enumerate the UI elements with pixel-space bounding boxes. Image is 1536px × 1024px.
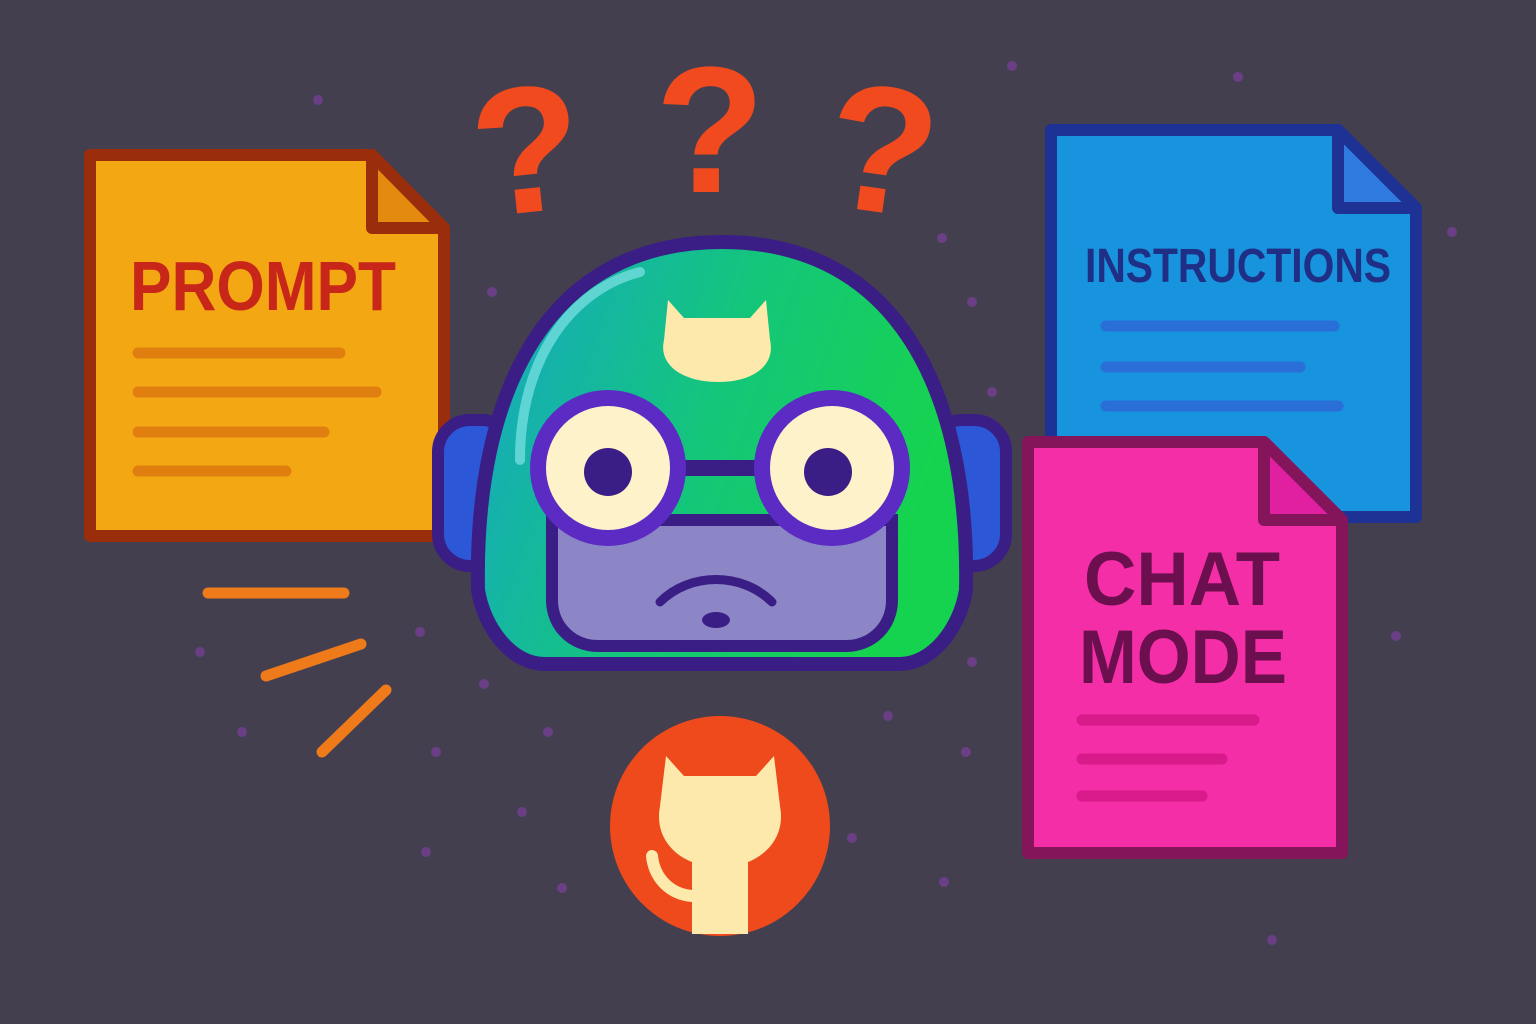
github-badge (610, 716, 830, 936)
copilot-robot-icon (432, 234, 1012, 671)
chat-mode-title-line-2: MODE (1079, 615, 1287, 700)
question-marks: ? ? ? (462, 30, 950, 258)
motion-lines (202, 587, 392, 758)
chat-mode-document: CHAT MODE (1022, 436, 1348, 859)
question-mark-center: ? (655, 30, 765, 231)
prompt-title: PROMPT (130, 247, 396, 325)
question-mark-right: ? (814, 43, 951, 257)
chat-mode-title-line-1: CHAT (1084, 537, 1280, 622)
question-mark-left: ? (462, 45, 592, 256)
prompt-document: PROMPT (84, 149, 450, 542)
illustration-canvas: ? ? ? PROMPT INSTRUCTIONS CHAT MODE (84, 30, 1457, 945)
instructions-title: INSTRUCTIONS (1085, 240, 1391, 293)
